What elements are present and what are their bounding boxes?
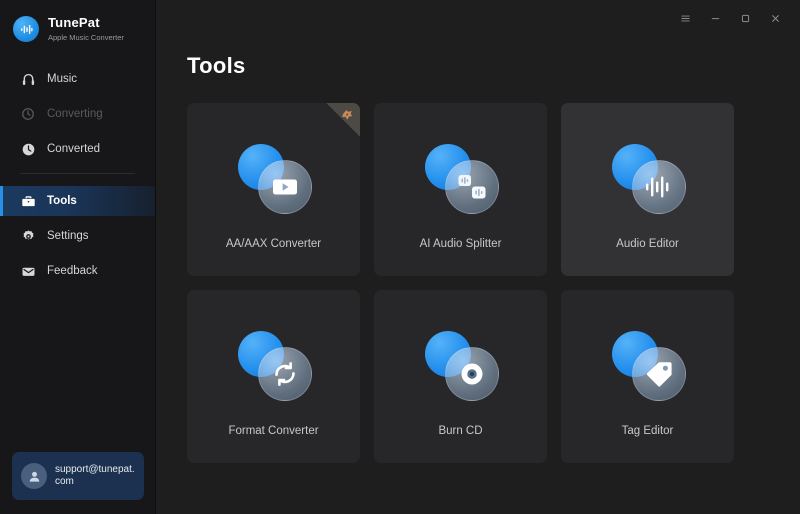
menu-icon[interactable] <box>672 6 698 30</box>
icon-front-circle <box>631 160 686 214</box>
account-email: support@tunepat.com <box>55 463 135 488</box>
toolbox-icon <box>20 193 36 209</box>
headphones-icon <box>20 71 36 87</box>
sidebar-item-label: Settings <box>47 230 89 242</box>
sidebar-item-label: Tools <box>47 195 77 207</box>
sidebar-item-label: Converted <box>47 143 101 155</box>
tool-icon <box>608 331 688 401</box>
tool-icon <box>234 144 314 214</box>
sidebar: TunePat Apple Music Converter Music Conv… <box>0 0 156 514</box>
close-icon[interactable] <box>762 6 788 30</box>
brand-title: TunePat <box>48 15 100 30</box>
sidebar-item-converted[interactable]: Converted <box>0 134 155 164</box>
tool-icon <box>608 144 688 214</box>
sidebar-nav: Music Converting Converted Tools Setting… <box>0 64 155 291</box>
maximize-icon[interactable] <box>732 6 758 30</box>
tool-card-label: AI Audio Splitter <box>419 238 502 250</box>
titlebar <box>156 0 800 36</box>
tool-icon <box>421 144 501 214</box>
brand-badge-icon <box>340 107 355 122</box>
app-logo <box>13 16 39 42</box>
brand-tagline: Apple Music Converter <box>48 33 124 42</box>
sidebar-item-settings[interactable]: Settings <box>0 221 155 251</box>
icon-front-circle <box>444 160 499 214</box>
tool-card-ai-audio-splitter[interactable]: AI Audio Splitter <box>374 103 547 276</box>
icon-front-circle <box>257 160 312 214</box>
envelope-icon <box>20 263 36 279</box>
tool-card-label: AA/AAX Converter <box>225 238 322 250</box>
tool-card-label: Format Converter <box>228 425 319 437</box>
tool-card-label: Audio Editor <box>616 238 679 250</box>
play-button-icon <box>271 176 299 198</box>
tool-icon <box>421 331 501 401</box>
icon-front-circle <box>444 347 499 401</box>
tools-grid: AA/AAX Converter AI Audio Splitter Audio… <box>187 103 800 463</box>
person-icon <box>27 469 42 484</box>
tool-card-format-converter[interactable]: Format Converter <box>187 290 360 463</box>
brand: TunePat Apple Music Converter <box>0 0 155 42</box>
account-box[interactable]: support@tunepat.com <box>12 452 144 500</box>
icon-front-circle <box>631 347 686 401</box>
tool-card-label: Burn CD <box>438 425 483 437</box>
sidebar-divider <box>20 173 135 174</box>
sidebar-item-label: Feedback <box>47 265 98 277</box>
brand-text: TunePat Apple Music Converter <box>48 15 124 43</box>
price-tag-icon <box>645 360 673 388</box>
refresh-arrows-icon <box>270 359 300 389</box>
gear-icon <box>20 228 36 244</box>
tool-card-audio-editor[interactable]: Audio Editor <box>561 103 734 276</box>
tool-card-tag-editor[interactable]: Tag Editor <box>561 290 734 463</box>
audio-split-icon <box>457 173 487 201</box>
tool-icon <box>234 331 314 401</box>
audio-waveform-icon <box>643 174 675 200</box>
converting-icon <box>20 106 36 122</box>
tool-card-burn-cd[interactable]: Burn CD <box>374 290 547 463</box>
sidebar-item-tools[interactable]: Tools <box>0 186 155 216</box>
promo-ribbon <box>326 103 360 137</box>
clock-icon <box>20 141 36 157</box>
app-window: TunePat Apple Music Converter Music Conv… <box>0 0 800 514</box>
avatar <box>21 463 47 489</box>
audio-waveform-icon <box>19 22 34 37</box>
sidebar-item-converting[interactable]: Converting <box>0 99 155 129</box>
page-title: Tools <box>187 53 246 78</box>
icon-front-circle <box>257 347 312 401</box>
tool-card-label: Tag Editor <box>621 425 674 437</box>
sidebar-item-feedback[interactable]: Feedback <box>0 256 155 286</box>
sidebar-item-label: Music <box>47 73 78 85</box>
minimize-icon[interactable] <box>702 6 728 30</box>
compact-disc-icon <box>457 359 487 389</box>
sidebar-item-label: Converting <box>47 108 103 120</box>
main-content: Tools AA/AAX Converter AI Audio Splitter… <box>156 0 800 514</box>
sidebar-item-music[interactable]: Music <box>0 64 155 94</box>
tool-card-aa-aax-converter[interactable]: AA/AAX Converter <box>187 103 360 276</box>
